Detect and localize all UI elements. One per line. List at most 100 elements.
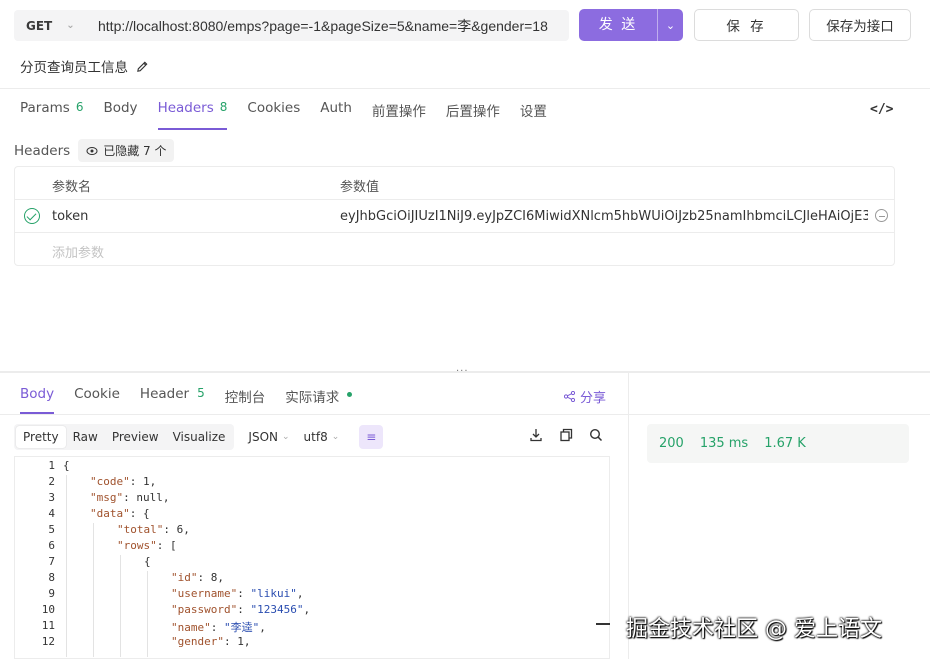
tab-cookie[interactable]: Cookie: [74, 386, 120, 414]
line-number: 3: [48, 491, 55, 504]
request-tabs: Params 6 Body Headers 8 Cookies Auth 前置操作 …: [20, 100, 567, 130]
table-row: token eyJhbGciOiJIUzI1NiJ9.eyJpZCI6Miwid…: [15, 200, 894, 233]
send-label: 发 送: [579, 9, 658, 41]
method-label: GET: [26, 18, 53, 33]
tab-count: 8: [219, 100, 228, 114]
encoding-select[interactable]: utf8 ⌄: [304, 430, 340, 444]
drag-handle-icon[interactable]: ···: [456, 366, 469, 377]
save-as-api-button[interactable]: 保存为接口: [809, 9, 911, 41]
header-value[interactable]: eyJhbGciOiJIUzI1NiJ9.eyJpZCI6MiwidXNlcm5…: [340, 209, 868, 224]
format-preview[interactable]: Preview: [105, 426, 166, 448]
code-line: "rows": [: [117, 539, 177, 552]
tab-header[interactable]: Header 5: [140, 386, 205, 414]
tab-body[interactable]: Body: [20, 386, 55, 414]
json-key: "id": [171, 571, 198, 584]
save-button[interactable]: 保 存: [694, 9, 799, 41]
line-number: 2: [48, 475, 55, 488]
request-title: 分页查询员工信息: [20, 56, 149, 76]
json-key: "password": [171, 603, 238, 616]
tab-count: 5: [197, 386, 205, 400]
headers-table: 参数名 参数值 token eyJhbGciOiJIUzI1NiJ9.eyJpZ…: [14, 166, 895, 266]
code-line: "data": {: [90, 507, 150, 520]
format-visualize[interactable]: Visualize: [166, 426, 233, 448]
indent-guide: [120, 555, 121, 657]
download-icon[interactable]: [529, 428, 543, 442]
json-key: "username": [171, 587, 238, 600]
tab-cookies[interactable]: Cookies: [247, 100, 300, 130]
tab-headers[interactable]: Headers 8: [157, 100, 228, 130]
code-line: "name": "李逵",: [171, 621, 266, 634]
json-string: "李逵": [224, 621, 260, 634]
send-button[interactable]: 发 送 ⌄: [579, 9, 683, 41]
line-number: 10: [41, 603, 55, 616]
code-line: "gender": 1,: [171, 635, 251, 648]
remove-icon[interactable]: [875, 209, 888, 222]
url-input[interactable]: http://localhost:8080/emps?page=-1&pageS…: [84, 16, 569, 36]
tab-post-actions[interactable]: 后置操作: [446, 100, 500, 130]
watermark: 掘金技术社区 @ 爱上语文: [626, 617, 882, 642]
table-header-row: 参数名 参数值: [15, 167, 894, 200]
format-type-select[interactable]: JSON ⌄: [248, 430, 289, 444]
code-line: "total": 6,: [117, 523, 190, 536]
line-number: 4: [48, 507, 55, 520]
eye-icon: [86, 146, 98, 155]
status-code: 200: [659, 436, 684, 451]
hidden-headers-toggle[interactable]: 已隐藏 7 个: [78, 139, 175, 162]
enabled-check-icon[interactable]: [24, 208, 40, 224]
tab-pre-actions[interactable]: 前置操作: [372, 100, 426, 130]
indent-guide: [147, 571, 148, 657]
line-number: 9: [48, 587, 55, 600]
tab-console[interactable]: 控制台: [225, 386, 266, 414]
method-select[interactable]: GET ⌄: [14, 19, 84, 33]
tab-params[interactable]: Params 6: [20, 100, 83, 130]
code-line: "username": "likui",: [171, 587, 304, 600]
format-toolbar: Pretty Raw Preview Visualize JSON ⌄ utf8 ⌄…: [14, 424, 384, 450]
wrap-lines-icon[interactable]: ≡: [359, 425, 384, 449]
share-button[interactable]: 分享: [564, 387, 606, 406]
json-string: "123456": [250, 603, 304, 616]
line-number: 8: [48, 571, 55, 584]
headers-label: Headers: [14, 142, 71, 159]
json-key: "data": [90, 507, 130, 520]
edit-icon[interactable]: [136, 60, 149, 73]
response-status: 200 135 ms 1.67 K: [647, 424, 909, 463]
response-time: 135 ms: [699, 436, 749, 451]
chevron-down-icon: ⌄: [66, 20, 75, 31]
json-string: "likui": [250, 587, 297, 600]
col-value-header: 参数值: [340, 180, 380, 195]
tab-body[interactable]: Body: [103, 100, 137, 130]
format-pretty[interactable]: Pretty: [16, 426, 66, 448]
line-number: 12: [41, 635, 55, 648]
tab-settings[interactable]: 设置: [520, 100, 547, 130]
response-tabs: Body Cookie Header 5 控制台 实际请求: [20, 386, 372, 414]
code-icon[interactable]: </>: [870, 102, 893, 117]
json-key: "code": [90, 475, 130, 488]
tab-auth[interactable]: Auth: [320, 100, 352, 130]
copy-icon[interactable]: [559, 428, 573, 442]
response-body-viewer[interactable]: 1 {2 "code": 1, 3 "msg": null, 4 "data": {5 "to…: [14, 456, 610, 659]
line-number: 1: [48, 459, 55, 472]
header-key[interactable]: token: [52, 209, 88, 224]
code-line: "msg": null,: [90, 491, 170, 504]
chevron-down-icon[interactable]: ⌄: [658, 19, 683, 32]
format-raw[interactable]: Raw: [66, 426, 105, 448]
divider: [596, 623, 610, 625]
code-line: "password": "123456",: [171, 603, 311, 616]
format-switch: Pretty Raw Preview Visualize: [14, 424, 235, 450]
divider: [0, 414, 628, 415]
code-line: {: [63, 459, 70, 472]
tab-actual-request[interactable]: 实际请求: [285, 386, 353, 414]
add-param-input[interactable]: 添加参数: [52, 242, 104, 261]
code-line: "id": 8,: [171, 571, 224, 584]
json-key: "total": [117, 523, 164, 536]
json-key: "msg": [90, 491, 124, 504]
search-icon[interactable]: [589, 428, 603, 442]
code-line: "code": 1,: [90, 475, 157, 488]
tab-count: 6: [75, 100, 84, 114]
request-name: 分页查询员工信息: [20, 60, 128, 76]
indent-guide: [66, 475, 67, 657]
json-key: "gender": [171, 635, 224, 648]
json-key: "rows": [117, 539, 157, 552]
line-number: 11: [41, 619, 55, 632]
code-line: {: [144, 555, 151, 568]
